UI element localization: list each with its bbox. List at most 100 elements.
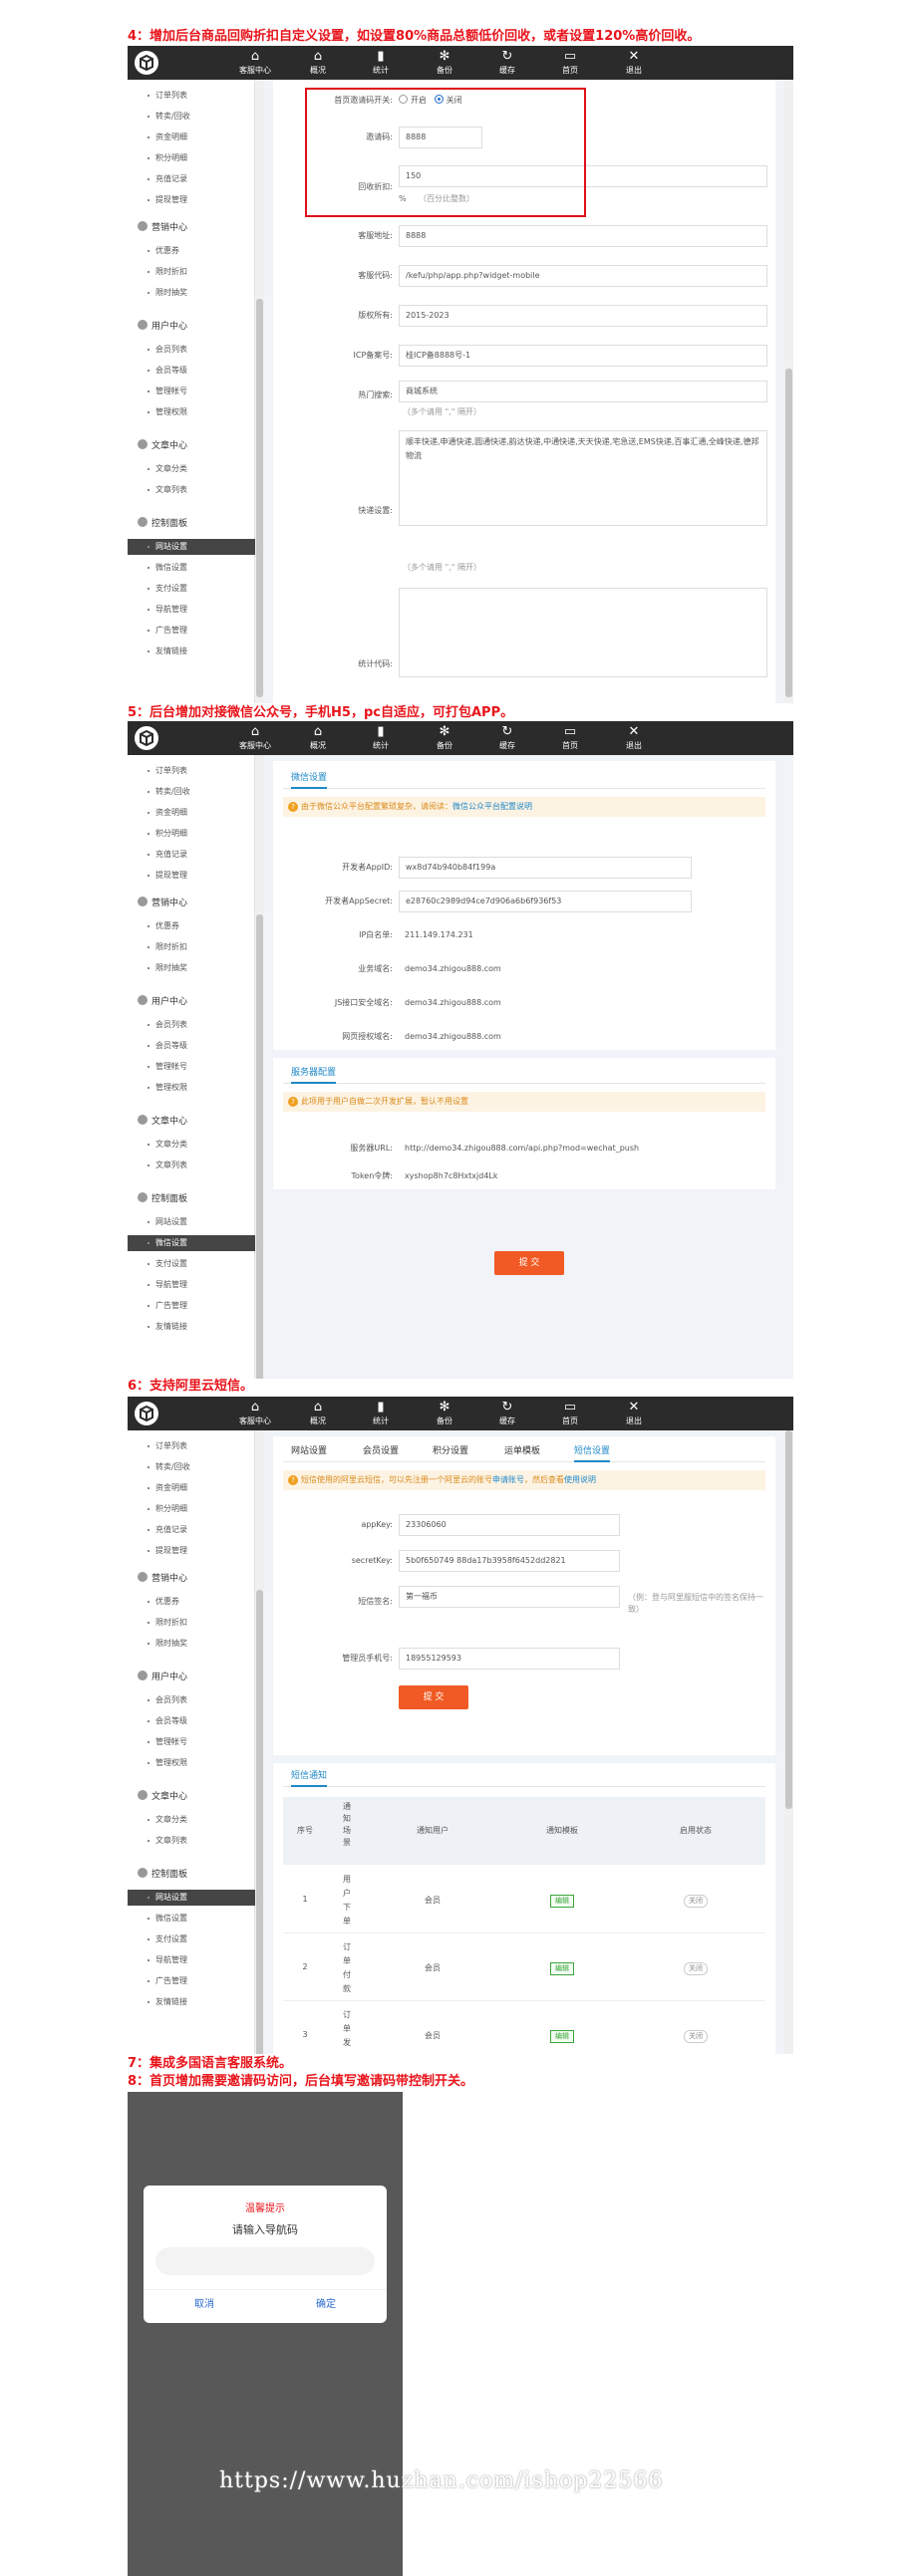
edit-template-button-text[interactable]: 编辑 — [550, 1895, 574, 1908]
sidebar-item[interactable]: 充值记录 — [128, 171, 255, 187]
appid-input[interactable]: wx8d74b940b84f199a — [399, 857, 692, 879]
tab-wechat[interactable]: 微信设置 — [291, 767, 328, 789]
sidebar-item[interactable]: 积分明细 — [128, 1501, 255, 1517]
sidebar-item[interactable]: 资金明细 — [128, 129, 255, 145]
sidebar-item[interactable]: 限时抽奖 — [128, 1636, 255, 1652]
topbar-item[interactable]: ▮ 统计 — [351, 721, 411, 755]
sidebar-item[interactable]: 转卖/回收 — [128, 109, 255, 125]
topbar-item[interactable]: ▮ 统计 — [351, 46, 411, 80]
status-toggle[interactable]: 关闭 — [626, 1962, 765, 1975]
edit-template-button-text[interactable]: 编辑 — [550, 1962, 574, 1975]
service-addr-input[interactable]: 8888 — [399, 225, 767, 247]
sidebar-item[interactable]: 支付设置 — [128, 1256, 255, 1272]
tab-settings[interactable]: 运单模板 — [504, 1440, 540, 1462]
topbar-item[interactable]: ✻ 备份 — [415, 46, 474, 80]
sidebar-item[interactable]: 积分明细 — [128, 826, 255, 842]
sidebar-scrollbar[interactable] — [255, 80, 264, 703]
edit-template-button[interactable]: 编辑 — [498, 1962, 626, 1975]
sidebar-item[interactable]: 会员等级 — [128, 1038, 255, 1054]
topbar-item[interactable]: ✕ 退出 — [604, 1397, 664, 1430]
topbar-item[interactable]: ▭ 首页 — [540, 46, 600, 80]
sidebar-item[interactable]: 网站设置 — [128, 1214, 255, 1230]
sidebar-item[interactable]: 限时抽奖 — [128, 285, 255, 301]
topbar-item[interactable]: ✕ 退出 — [604, 46, 664, 80]
sidebar-item[interactable]: 订单列表 — [128, 763, 255, 779]
sidebar-item[interactable]: 广告管理 — [128, 623, 255, 639]
topbar-item[interactable]: ✻ 备份 — [415, 721, 474, 755]
topbar-item[interactable]: ✻ 备份 — [415, 1397, 474, 1430]
sidebar-scrollbar[interactable] — [255, 1430, 264, 2054]
sidebar-group[interactable]: 文章中心 — [138, 1790, 187, 1804]
tab-settings[interactable]: 会员设置 — [363, 1440, 399, 1462]
tab-settings[interactable]: 短信设置 — [574, 1440, 611, 1462]
topbar-item[interactable]: ⌂ 概况 — [288, 1397, 348, 1430]
topbar-item[interactable]: ↻ 缓存 — [477, 1397, 537, 1430]
sidebar-item[interactable]: 网站设置 — [128, 1890, 255, 1906]
status-toggle[interactable]: 关闭 — [626, 2030, 765, 2043]
sidebar-item[interactable]: 优惠券 — [128, 918, 255, 934]
sidebar-item[interactable]: 会员等级 — [128, 363, 255, 379]
sidebar-item[interactable]: 文章分类 — [128, 461, 255, 477]
sidebar-item[interactable]: 支付设置 — [128, 581, 255, 597]
admin-phone-input[interactable]: 18955129593 — [399, 1648, 620, 1670]
sidebar-item[interactable]: 提现管理 — [128, 1543, 255, 1559]
sidebar-group[interactable]: 营销中心 — [138, 1572, 187, 1586]
sidebar-group[interactable]: 控制面板 — [138, 1192, 187, 1206]
sidebar-item[interactable]: 订单列表 — [128, 88, 255, 104]
appsecret-input[interactable]: e28760c2989d94ce7d906a6b6f936f53 — [399, 891, 692, 912]
wechat-guide-link[interactable]: 微信公众平台配置说明 — [452, 802, 532, 811]
sms-submit-button[interactable]: 提 交 — [399, 1685, 468, 1709]
sidebar-item[interactable]: 提现管理 — [128, 868, 255, 884]
sidebar-item[interactable]: 管理帐号 — [128, 384, 255, 399]
sidebar-item[interactable]: 文章列表 — [128, 1158, 255, 1173]
apply-account-link[interactable]: 申请账号 — [492, 1475, 524, 1484]
topbar-item[interactable]: ▭ 首页 — [540, 1397, 600, 1430]
stats-code-textarea[interactable] — [399, 588, 767, 677]
cancel-button[interactable]: 取消 — [144, 2293, 265, 2317]
sidebar-item[interactable]: 会员列表 — [128, 1017, 255, 1033]
sidebar-group[interactable]: 文章中心 — [138, 439, 187, 453]
sidebar-group[interactable]: 控制面板 — [138, 517, 187, 531]
sidebar-item[interactable]: 文章列表 — [128, 482, 255, 498]
tab-sms-notify[interactable]: 短信通知 — [291, 1765, 328, 1787]
sidebar-item[interactable]: 网站设置 — [128, 539, 255, 555]
sidebar-item[interactable]: 广告管理 — [128, 1973, 255, 1989]
topbar-item[interactable]: ▮ 统计 — [351, 1397, 411, 1430]
sidebar-item[interactable]: 限时抽奖 — [128, 960, 255, 976]
sidebar-group[interactable]: 用户中心 — [138, 320, 187, 334]
confirm-button[interactable]: 确定 — [265, 2293, 387, 2317]
usage-guide-link[interactable]: 使用说明 — [564, 1475, 596, 1484]
sidebar-item[interactable]: 管理权限 — [128, 404, 255, 420]
edit-template-button-text[interactable]: 编辑 — [550, 2030, 574, 2043]
sidebar-item[interactable]: 广告管理 — [128, 1298, 255, 1314]
sidebar-item[interactable]: 导航管理 — [128, 1952, 255, 1968]
sidebar-item[interactable]: 限时折扣 — [128, 1615, 255, 1631]
topbar-item[interactable]: ↻ 缓存 — [477, 46, 537, 80]
sidebar-item[interactable]: 转卖/回收 — [128, 1459, 255, 1475]
sidebar-item[interactable]: 限时折扣 — [128, 939, 255, 955]
sidebar-item[interactable]: 积分明细 — [128, 150, 255, 166]
sidebar-item[interactable]: 优惠券 — [128, 1594, 255, 1610]
topbar-item[interactable]: ⌂ 客服中心 — [225, 46, 285, 80]
topbar-item[interactable]: ✕ 退出 — [604, 721, 664, 755]
edit-template-button[interactable]: 编辑 — [498, 2030, 626, 2043]
sidebar-item[interactable]: 会员列表 — [128, 342, 255, 358]
sidebar-group[interactable]: 文章中心 — [138, 1115, 187, 1129]
sidebar-item[interactable]: 友情链接 — [128, 1994, 255, 2010]
invite-code-input[interactable] — [155, 2247, 375, 2275]
sidebar-item[interactable]: 会员等级 — [128, 1713, 255, 1729]
sms-sign-input[interactable]: 第一福币 — [399, 1586, 620, 1608]
main-scrollbar[interactable] — [784, 1430, 793, 2054]
sidebar-group[interactable]: 营销中心 — [138, 897, 187, 910]
sidebar-item[interactable]: 微信设置 — [128, 1235, 255, 1251]
sidebar-group[interactable]: 用户中心 — [138, 1671, 187, 1684]
service-code-input[interactable]: /kefu/php/app.php?widget-mobile — [399, 265, 767, 287]
sidebar-group[interactable]: 营销中心 — [138, 221, 187, 235]
status-toggle-text[interactable]: 关闭 — [684, 2030, 708, 2043]
copyright-input[interactable]: 2015-2023 — [399, 305, 767, 327]
topbar-item[interactable]: ⌂ 客服中心 — [225, 721, 285, 755]
sidebar-item[interactable]: 文章分类 — [128, 1812, 255, 1828]
sidebar-item[interactable]: 充值记录 — [128, 847, 255, 863]
topbar-item[interactable]: ↻ 缓存 — [477, 721, 537, 755]
sidebar-item[interactable]: 资金明细 — [128, 1480, 255, 1496]
